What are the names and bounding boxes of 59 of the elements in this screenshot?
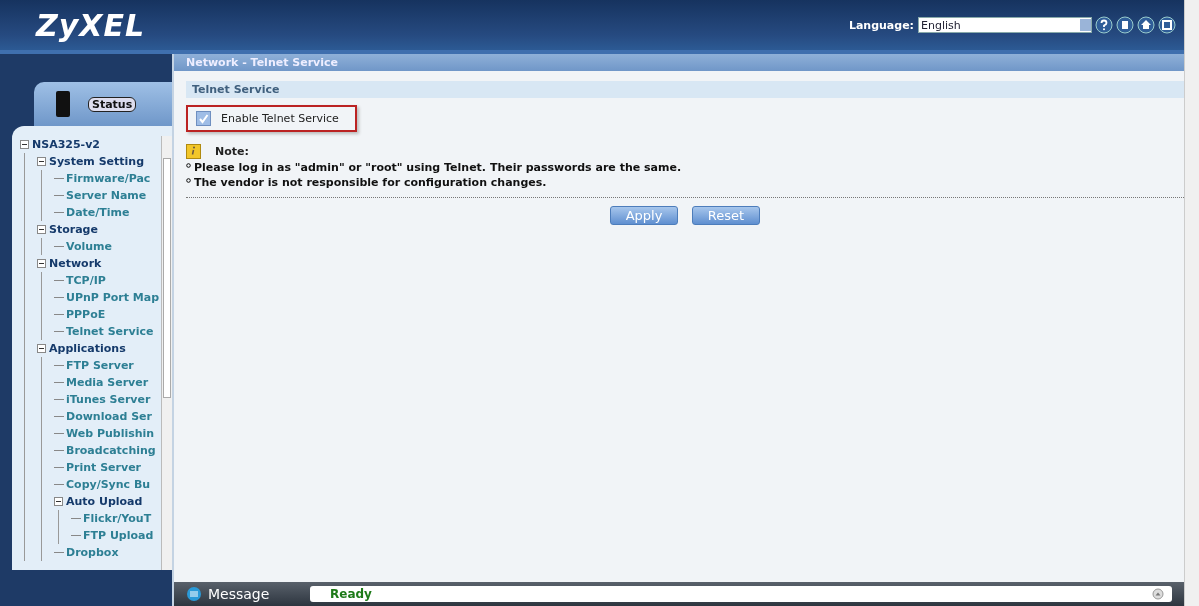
- tree-item[interactable]: Volume: [66, 240, 112, 253]
- note-text: The vendor is not responsible for configuration changes.: [194, 176, 547, 189]
- note-text: Please log in as "admin" or "root" using Telnet. Their passwords are the same.: [194, 161, 682, 174]
- page-scrollbar[interactable]: [1184, 0, 1199, 606]
- tree-item[interactable]: Telnet Service: [66, 325, 154, 338]
- tree-item[interactable]: TCP/IP: [66, 274, 106, 287]
- home-icon[interactable]: [1137, 16, 1155, 34]
- bullet-icon: [186, 163, 191, 168]
- tree-item[interactable]: Server Name: [66, 189, 147, 202]
- tree-item[interactable]: Broadcatching: [66, 444, 156, 457]
- page-title: Network - Telnet Service: [174, 54, 1184, 71]
- logo: ZyXEL: [36, 7, 146, 43]
- document-icon[interactable]: [1116, 16, 1134, 34]
- tree-item[interactable]: iTunes Server: [66, 393, 151, 406]
- message-icon: [186, 586, 202, 602]
- collapse-toggle-icon[interactable]: [37, 344, 46, 353]
- message-field: Ready: [310, 586, 1172, 602]
- bullet-icon: [186, 178, 191, 183]
- tree-item[interactable]: NSA325-v2: [32, 138, 100, 151]
- language-select[interactable]: English: [918, 17, 1092, 33]
- expand-icon[interactable]: [1152, 588, 1164, 600]
- note-title: Note:: [215, 145, 249, 158]
- tree-item[interactable]: PPPoE: [66, 308, 106, 321]
- language-label: Language:: [848, 18, 914, 32]
- tree-item[interactable]: UPnP Port Map: [66, 291, 160, 304]
- tree-item[interactable]: Date/Time: [66, 206, 130, 219]
- tree-item[interactable]: Applications: [49, 342, 126, 355]
- status-label: Status: [88, 96, 137, 112]
- collapse-toggle-icon[interactable]: [54, 497, 63, 506]
- action-button[interactable]: Apply: [610, 206, 678, 225]
- tree-item[interactable]: Network: [49, 257, 102, 270]
- section-title: Telnet Service: [186, 81, 1184, 98]
- tree-item[interactable]: FTP Server: [66, 359, 134, 372]
- tree-item[interactable]: Print Server: [66, 461, 142, 474]
- collapse-toggle-icon[interactable]: [37, 157, 46, 166]
- tree-item[interactable]: Media Server: [66, 376, 149, 389]
- tree-item[interactable]: Firmware/Pac: [66, 172, 151, 185]
- tree-item[interactable]: Auto Upload: [66, 495, 143, 508]
- collapse-toggle-icon[interactable]: [37, 259, 46, 268]
- help-icon[interactable]: [1095, 16, 1113, 34]
- tree-item[interactable]: System Setting: [49, 155, 145, 168]
- tree-item[interactable]: FTP Upload: [83, 529, 154, 542]
- collapse-toggle-icon[interactable]: [20, 140, 29, 149]
- tree-item[interactable]: Web Publishin: [66, 427, 155, 440]
- tree-item[interactable]: Storage: [49, 223, 98, 236]
- info-icon: [186, 144, 201, 159]
- tree-item[interactable]: Copy/Sync Bu: [66, 478, 151, 491]
- tree-item[interactable]: Dropbox: [66, 546, 119, 559]
- checkbox[interactable]: [196, 111, 211, 126]
- tree-item[interactable]: Flickr/YouT: [83, 512, 152, 525]
- status-tab[interactable]: Status: [34, 82, 172, 126]
- action-button[interactable]: Reset: [692, 206, 760, 225]
- scrollbar[interactable]: [161, 136, 172, 570]
- enable-checkbox-row[interactable]: Enable Telnet Service: [186, 105, 357, 132]
- checkbox-label: Enable Telnet Service: [221, 112, 339, 125]
- collapse-toggle-icon[interactable]: [37, 225, 46, 234]
- tree-item[interactable]: Download Ser: [66, 410, 152, 423]
- device-icon: [56, 91, 70, 117]
- message-label: Message: [208, 586, 271, 602]
